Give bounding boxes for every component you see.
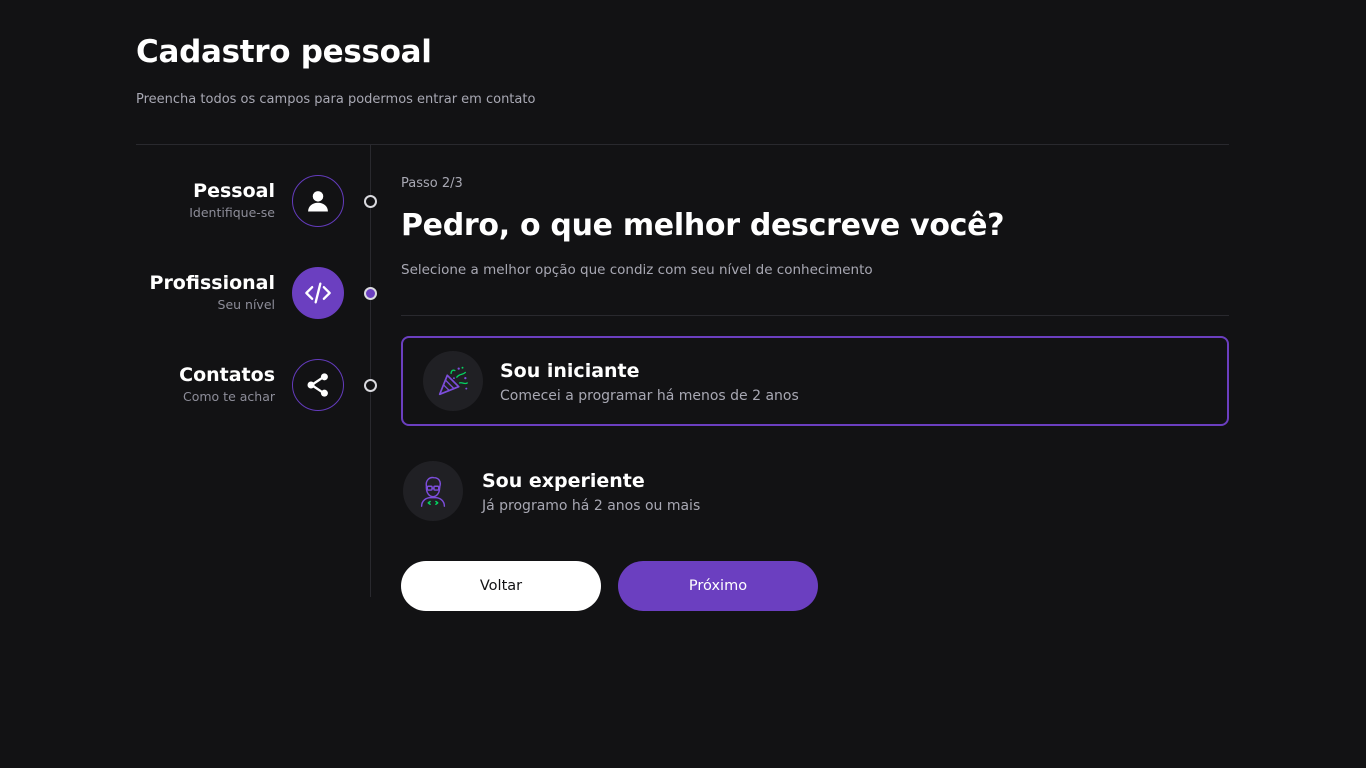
user-icon [308, 191, 328, 212]
step-indicator-dot-active [364, 287, 377, 300]
developer-icon [420, 476, 446, 507]
step-pessoal[interactable]: Pessoal Identifique-se [136, 175, 391, 229]
step-contatos[interactable]: Contatos Como te achar [136, 359, 391, 413]
header-divider [136, 144, 1229, 145]
step-text: Contatos Como te achar [179, 363, 275, 404]
option-description: Comecei a programar há menos de 2 anos [500, 388, 799, 404]
back-button[interactable]: Voltar [401, 561, 601, 611]
option-description: Já programo há 2 anos ou mais [482, 498, 701, 514]
share-icon [307, 373, 328, 397]
step-icon-circle [292, 175, 344, 227]
page-subtitle: Preencha todos os campos para podermos e… [136, 92, 536, 107]
page-title: Cadastro pessoal [136, 34, 432, 70]
option-iniciante[interactable]: Sou iniciante Comecei a programar há men… [401, 336, 1229, 426]
option-icon-circle [403, 461, 463, 521]
step-text: Pessoal Identifique-se [189, 179, 275, 220]
step-icon-circle [292, 267, 344, 319]
main-content: Passo 2/3 Pedro, o que melhor descreve v… [401, 176, 1229, 278]
step-desc: Como te achar [183, 389, 275, 404]
registration-page: Cadastro pessoal Preencha todos os campo… [0, 0, 1366, 768]
party-popper-icon [438, 366, 468, 396]
step-indicator-dot [364, 195, 377, 208]
step-profissional[interactable]: Profissional Seu nível [136, 267, 391, 321]
step-title: Pessoal [193, 180, 275, 202]
content-divider [401, 315, 1229, 316]
step-title: Contatos [179, 364, 275, 386]
option-title: Sou iniciante [500, 360, 640, 382]
step-title: Profissional [149, 272, 275, 294]
option-icon-circle [423, 351, 483, 411]
step-icon-circle [292, 359, 344, 411]
option-experiente[interactable]: Sou experiente Já programo há 2 anos ou … [401, 446, 1229, 536]
step-indicator-dot [364, 379, 377, 392]
step-text: Profissional Seu nível [150, 271, 275, 312]
step-counter: Passo 2/3 [401, 176, 463, 191]
question-description: Selecione a melhor opção que condiz com … [401, 262, 873, 278]
next-button[interactable]: Próximo [618, 561, 818, 611]
option-title: Sou experiente [482, 470, 645, 492]
step-desc: Seu nível [217, 297, 275, 312]
page-header: Cadastro pessoal Preencha todos os campo… [136, 34, 1229, 107]
question-title: Pedro, o que melhor descreve você? [401, 208, 1005, 243]
code-icon [305, 282, 331, 304]
step-desc: Identifique-se [189, 205, 275, 220]
